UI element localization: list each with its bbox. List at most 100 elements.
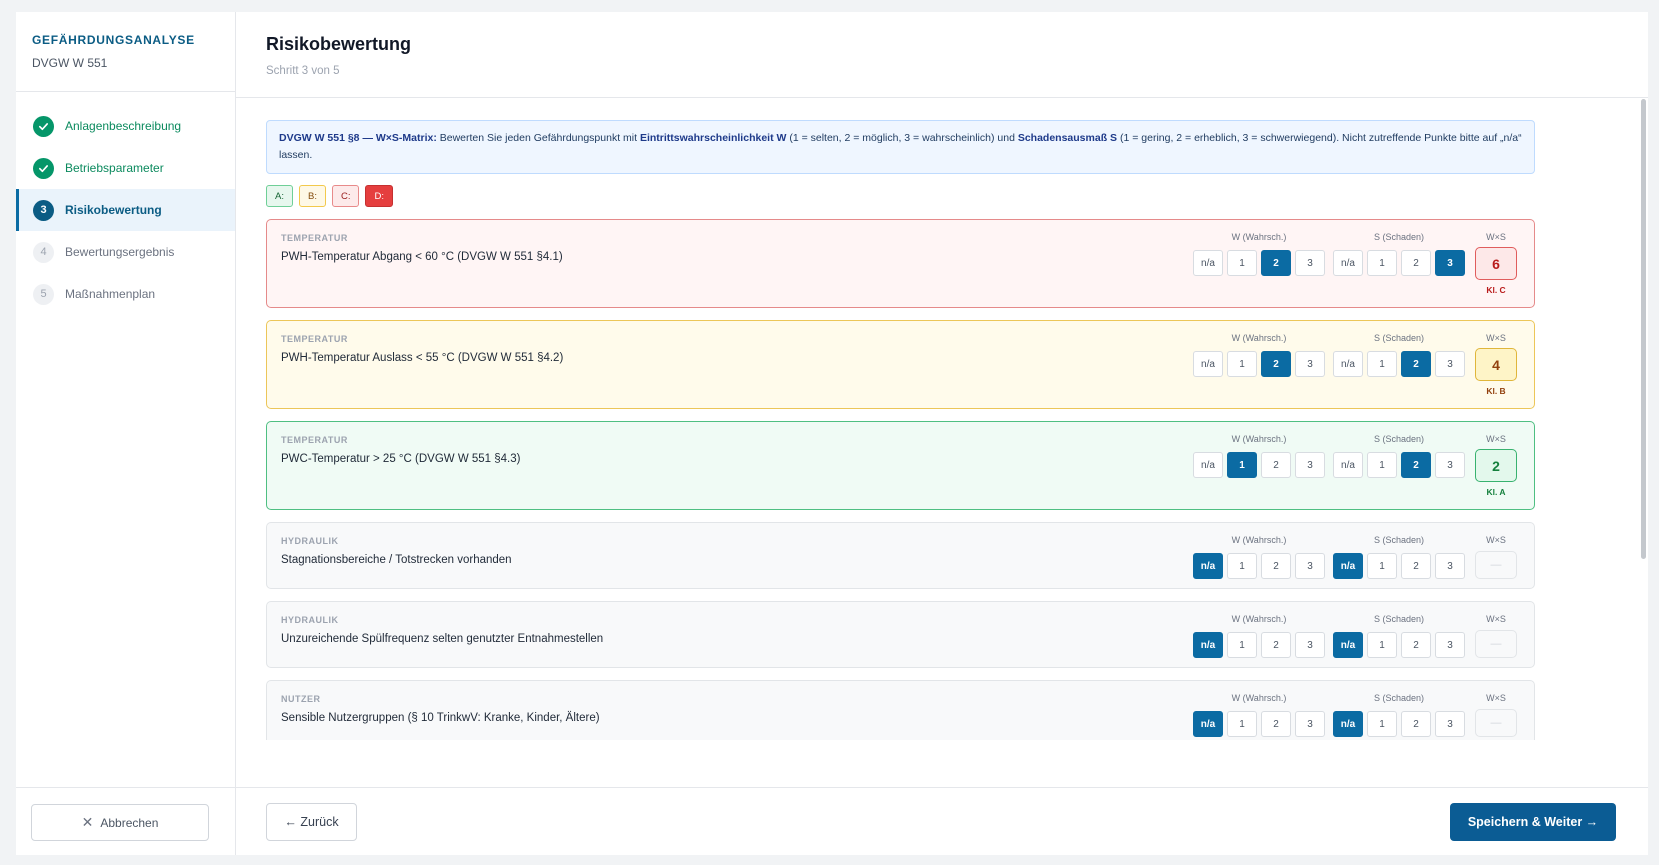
class-legend: A: B: C: D: [266, 185, 1618, 207]
w-option-3[interactable]: 3 [1295, 452, 1325, 478]
w-option-2[interactable]: 2 [1261, 632, 1291, 658]
s-option-2[interactable]: 2 [1401, 553, 1431, 579]
page-header: Risikobewertung Schritt 3 von 5 [236, 12, 1648, 98]
hazard-row: TEMPERATUR PWC-Temperatur > 25 °C (DVGW W… [266, 421, 1535, 510]
s-option-group: n/a 1 2 3 [1333, 711, 1465, 737]
s-option-1[interactable]: 1 [1367, 250, 1397, 276]
s-group-label: S (Schaden) [1373, 693, 1425, 703]
step-item-risikobewertung[interactable]: 3 Risikobewertung [16, 189, 235, 231]
result-label: W×S [1486, 434, 1506, 444]
page-subtitle: Schritt 3 von 5 [266, 65, 340, 77]
s-option-2[interactable]: 2 [1401, 452, 1431, 478]
hazard-text: Stagnationsbereiche / Totstrecken vorhan… [281, 554, 512, 566]
w-option-na[interactable]: n/a [1193, 250, 1223, 276]
w-option-3[interactable]: 3 [1295, 632, 1325, 658]
w-option-1[interactable]: 1 [1227, 452, 1257, 478]
s-option-1[interactable]: 1 [1367, 711, 1397, 737]
s-group-label: S (Schaden) [1373, 333, 1425, 343]
step-item-bewertungsergebnis[interactable]: 4 Bewertungsergebnis [16, 231, 235, 273]
s-option-na[interactable]: n/a [1333, 553, 1363, 579]
risk-class-label: Kl. C [1486, 285, 1506, 295]
info-bold: Schadensausmaß S [1017, 132, 1118, 144]
legend-badge-d: D: [365, 185, 393, 207]
w-option-3[interactable]: 3 [1295, 553, 1325, 579]
s-option-3[interactable]: 3 [1435, 351, 1465, 377]
s-option-2[interactable]: 2 [1401, 250, 1431, 276]
s-option-2[interactable]: 2 [1401, 351, 1431, 377]
s-option-3[interactable]: 3 [1435, 452, 1465, 478]
s-group-label: S (Schaden) [1373, 535, 1425, 545]
hazard-text: PWH-Temperatur Abgang < 60 °C (DVGW W 55… [281, 251, 563, 263]
cancel-label: Abbrechen [100, 815, 159, 830]
w-group-label: W (Wahrsch.) [1231, 693, 1287, 703]
w-option-3[interactable]: 3 [1295, 250, 1325, 276]
w-option-2[interactable]: 2 [1261, 553, 1291, 579]
cancel-button[interactable]: ✕ Abbrechen [31, 804, 209, 841]
w-option-3[interactable]: 3 [1295, 711, 1325, 737]
s-option-1[interactable]: 1 [1367, 351, 1397, 377]
check-icon [33, 157, 54, 179]
w-option-na[interactable]: n/a [1193, 711, 1223, 737]
legend-badge-b: B: [298, 185, 326, 207]
s-option-3[interactable]: 3 [1435, 553, 1465, 579]
w-option-2[interactable]: 2 [1261, 452, 1291, 478]
hazard-text: Sensible Nutzergruppen (§ 10 TrinkwV: Kr… [281, 712, 600, 724]
s-option-1[interactable]: 1 [1367, 452, 1397, 478]
step-item-betriebsparameter[interactable]: Betriebsparameter [16, 147, 235, 189]
s-option-1[interactable]: 1 [1367, 632, 1397, 658]
step-item-anlagenbeschreibung[interactable]: Anlagenbeschreibung [16, 105, 235, 147]
content-scroll-area[interactable]: DVGW W 551 §8 — W×S-Matrix: Bewerten Sie… [236, 99, 1648, 740]
w-option-1[interactable]: 1 [1227, 351, 1257, 377]
w-option-2[interactable]: 2 [1261, 711, 1291, 737]
legend-badge-c: C: [331, 185, 360, 207]
sidebar-header: GEFÄHRDUNGSANALYSE DVGW W 551 [16, 12, 235, 92]
w-option-2[interactable]: 2 [1261, 250, 1291, 276]
s-option-group: n/a 1 2 3 [1333, 553, 1465, 579]
step-label: Anlagenbeschreibung [65, 119, 182, 133]
hazard-row: TEMPERATUR PWH-Temperatur Abgang < 60 °C … [266, 219, 1535, 308]
s-option-na[interactable]: n/a [1333, 250, 1363, 276]
step-number: 3 [33, 199, 54, 221]
result-label: W×S [1486, 535, 1506, 545]
w-option-3[interactable]: 3 [1295, 351, 1325, 377]
s-option-3[interactable]: 3 [1435, 632, 1465, 658]
s-option-2[interactable]: 2 [1401, 711, 1431, 737]
close-icon: ✕ [81, 814, 94, 830]
s-option-na[interactable]: n/a [1333, 452, 1363, 478]
w-option-group: n/a 1 2 3 [1193, 250, 1325, 276]
step-list: Anlagenbeschreibung Betriebsparameter 3 … [16, 92, 235, 315]
w-option-na[interactable]: n/a [1193, 553, 1223, 579]
w-option-na[interactable]: n/a [1193, 632, 1223, 658]
s-option-1[interactable]: 1 [1367, 553, 1397, 579]
s-option-2[interactable]: 2 [1401, 632, 1431, 658]
s-option-3[interactable]: 3 [1435, 250, 1465, 276]
main-panel: Risikobewertung Schritt 3 von 5 DVGW W 5… [236, 12, 1648, 855]
s-option-na[interactable]: n/a [1333, 351, 1363, 377]
risk-score-badge: — [1475, 709, 1517, 737]
s-option-na[interactable]: n/a [1333, 632, 1363, 658]
legend-badge-a: A: [266, 185, 293, 207]
w-group-label: W (Wahrsch.) [1231, 535, 1287, 545]
w-option-group: n/a 1 2 3 [1193, 711, 1325, 737]
result-label: W×S [1486, 232, 1506, 242]
risk-score-badge: — [1475, 551, 1517, 579]
w-option-na[interactable]: n/a [1193, 351, 1223, 377]
s-option-3[interactable]: 3 [1435, 711, 1465, 737]
step-item-massnahmenplan[interactable]: 5 Maßnahmenplan [16, 273, 235, 315]
w-option-1[interactable]: 1 [1227, 250, 1257, 276]
info-bold: Eintrittswahrscheinlichkeit W [639, 132, 787, 144]
w-group-label: W (Wahrsch.) [1231, 232, 1287, 242]
s-group-label: S (Schaden) [1373, 434, 1425, 444]
s-option-na[interactable]: n/a [1333, 711, 1363, 737]
w-option-2[interactable]: 2 [1261, 351, 1291, 377]
step-label: Maßnahmenplan [65, 287, 156, 301]
w-option-1[interactable]: 1 [1227, 632, 1257, 658]
save-next-button[interactable]: Speichern & Weiter → [1450, 803, 1616, 841]
s-option-group: n/a 1 2 3 [1333, 250, 1465, 276]
w-option-1[interactable]: 1 [1227, 553, 1257, 579]
w-option-1[interactable]: 1 [1227, 711, 1257, 737]
step-label: Risikobewertung [65, 203, 162, 217]
scrollbar[interactable] [1641, 99, 1646, 559]
w-option-na[interactable]: n/a [1193, 452, 1223, 478]
back-button[interactable]: ← Zurück [266, 803, 357, 841]
